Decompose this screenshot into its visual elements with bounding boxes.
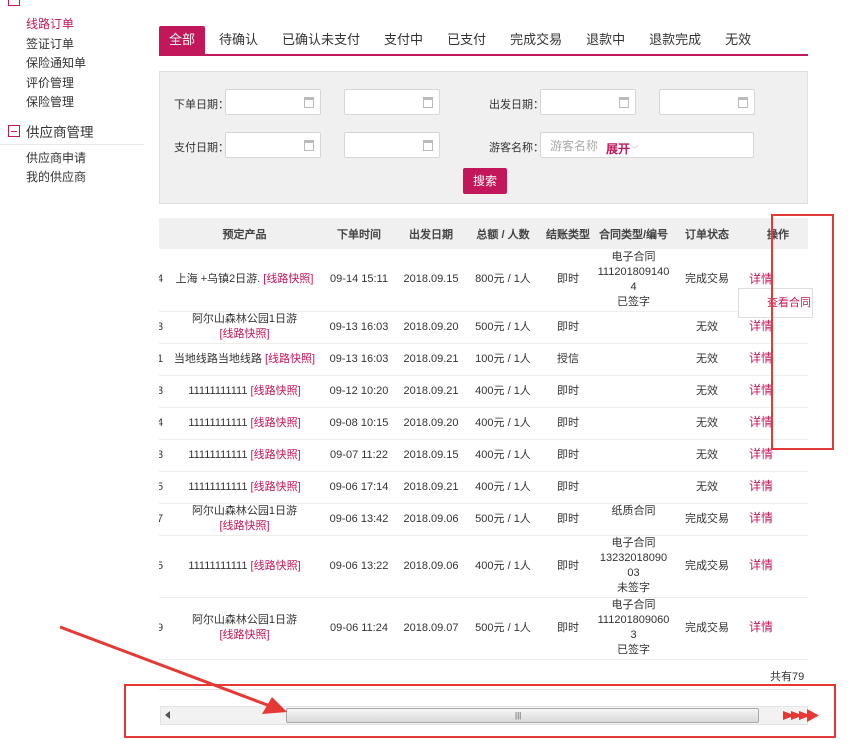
annotation-arrow-line bbox=[59, 625, 271, 708]
annotation-arrows bbox=[59, 625, 819, 722]
annotation-arrows-right bbox=[783, 709, 819, 722]
